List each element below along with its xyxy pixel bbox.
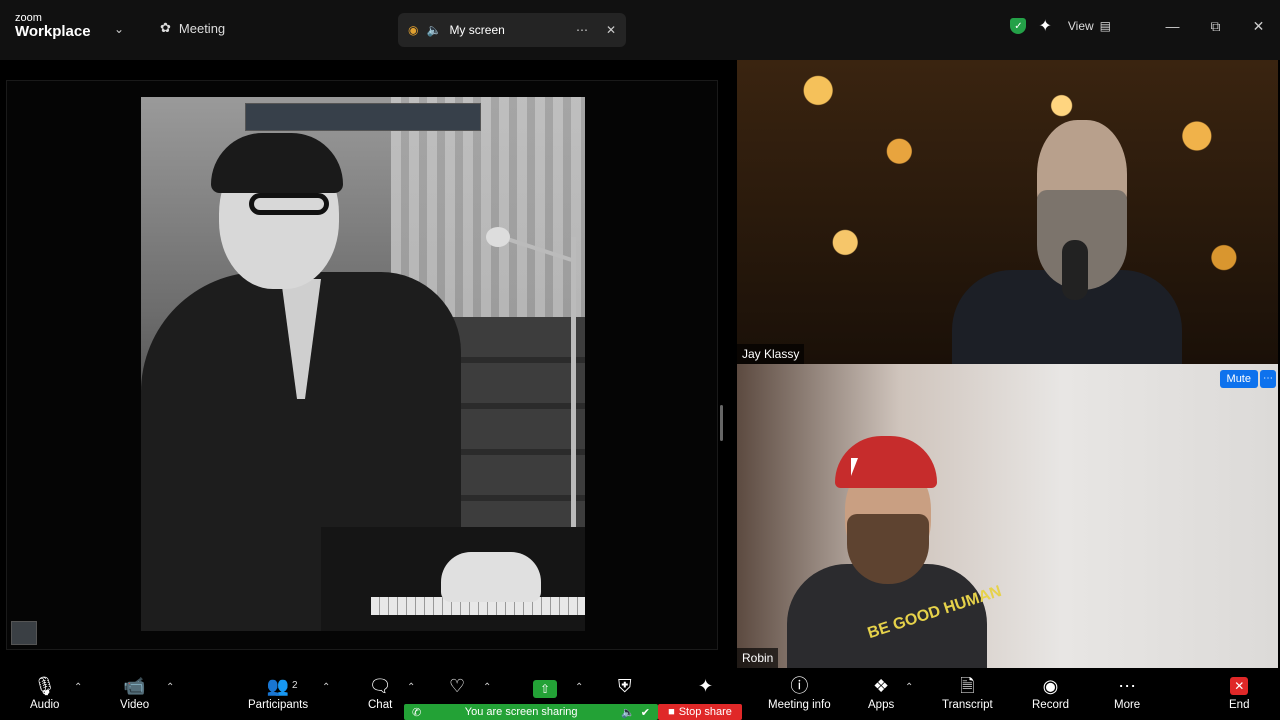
close-icon[interactable]: ✕	[606, 23, 616, 37]
end-label: End	[1229, 699, 1250, 711]
stop-share-label: Stop share	[678, 706, 732, 718]
meeting-info-label: Meeting info	[768, 699, 831, 711]
meeting-toolbar: 🎙 Audio ⌃ 📹 Video ⌃ 👥 Participants 2 ⌃ 🗨…	[0, 668, 1280, 720]
end-icon: ✕	[1230, 677, 1249, 695]
end-button[interactable]: ✕ End	[1229, 674, 1249, 718]
video-tile-jay[interactable]: Jay Klassy	[737, 60, 1278, 364]
transcript-icon: 🗎	[960, 676, 975, 696]
apps-label: Apps	[868, 699, 895, 711]
info-icon: ⓘ	[790, 676, 809, 696]
chat-label: Chat	[368, 699, 393, 711]
mouse-cursor-icon	[851, 458, 858, 476]
redacted-box	[245, 103, 481, 131]
app-icon: ◉	[408, 23, 419, 37]
audio-label: Audio	[30, 699, 60, 711]
mute-button[interactable]: Mute	[1219, 370, 1258, 388]
title-bar: zoom Workplace ⌄ ✿ Meeting ◉ 🔈 My screen…	[0, 0, 1280, 60]
video-tile-robin[interactable]: BE GOOD HUMAN Mute ⋯ Robin	[737, 364, 1278, 668]
audio-caret-icon[interactable]: ⌃	[74, 682, 82, 693]
chevron-down-icon[interactable]: ⌄	[114, 22, 124, 36]
shared-content	[6, 80, 718, 650]
zoom-logo[interactable]: zoom Workplace	[15, 13, 91, 40]
security-shield-icon[interactable]: ✓	[1010, 18, 1027, 34]
paw-icon: ✿	[160, 20, 171, 35]
more-options-icon[interactable]: ⋯	[576, 23, 588, 37]
restore-icon[interactable]: ⧉	[1194, 18, 1237, 35]
record-button[interactable]: ◉ Record	[1032, 674, 1069, 718]
apps-button[interactable]: ❖ Apps	[868, 674, 894, 718]
participants-label: Participants	[248, 699, 309, 711]
logo-big-text: Workplace	[15, 23, 91, 40]
share-caret-icon[interactable]: ⌃	[575, 682, 583, 693]
reactions-caret-icon[interactable]: ⌃	[483, 682, 491, 693]
shared-screen-area	[0, 60, 730, 668]
phone-icon: ✆	[412, 706, 422, 719]
minimize-icon[interactable]: —	[1151, 18, 1194, 34]
shield-icon: ⛨	[618, 676, 632, 696]
participants-count: 2	[292, 680, 298, 691]
video-button[interactable]: 📹 Video	[120, 674, 149, 718]
speaker-icon[interactable]: 🔈	[621, 706, 635, 719]
sharing-status-text: You are screen sharing	[464, 706, 578, 718]
participant-name-label: Robin	[737, 648, 779, 668]
participant-name-label: Jay Klassy	[737, 344, 805, 364]
stop-icon: ■	[668, 706, 675, 718]
ai-companion-icon[interactable]: ✦	[1038, 16, 1051, 36]
participants-caret-icon[interactable]: ⌃	[322, 682, 330, 693]
window-close-icon[interactable]: ✕	[1237, 18, 1280, 35]
sparkle-icon: ✦	[698, 676, 714, 696]
chat-icon: 🗨	[368, 676, 392, 696]
tab-meeting-label: Meeting	[178, 20, 226, 36]
screen-sharing-status-bar[interactable]: ✆ You are screen sharing 🔈 ✔	[404, 704, 658, 720]
view-button[interactable]: View ▤	[1068, 19, 1111, 33]
transcript-button[interactable]: 🗎 Transcript	[942, 674, 993, 718]
apps-caret-icon[interactable]: ⌃	[905, 682, 913, 693]
camera-icon: 📹	[123, 676, 146, 696]
resize-handle[interactable]	[720, 405, 723, 441]
more-label: More	[1114, 699, 1141, 711]
record-icon: ◉	[1042, 676, 1059, 696]
grid-icon: ▤	[1099, 19, 1111, 33]
participants-button[interactable]: 👥 Participants	[248, 674, 308, 718]
microphone-icon: 🎙	[33, 676, 57, 696]
shared-photo	[141, 97, 585, 631]
stop-share-button[interactable]: ■ Stop share	[658, 704, 742, 720]
chat-button[interactable]: 🗨 Chat	[368, 674, 392, 718]
record-label: Record	[1032, 699, 1070, 711]
participants-icon: 👥	[266, 676, 290, 696]
apps-icon: ❖	[873, 676, 890, 696]
more-button[interactable]: ⋯ More	[1114, 674, 1140, 718]
view-label: View	[1067, 19, 1094, 33]
speaker-icon[interactable]: 🔈	[426, 23, 441, 37]
meeting-info-button[interactable]: ⓘ Meeting info	[768, 674, 831, 718]
thumbnail-image[interactable]	[11, 621, 37, 645]
tab-meeting[interactable]: ✿ Meeting	[160, 20, 225, 36]
share-screen-icon[interactable]: ⇧	[533, 680, 557, 698]
tab-my-screen[interactable]: ◉ 🔈 My screen ⋯ ✕	[398, 13, 626, 47]
tile-more-icon[interactable]: ⋯	[1260, 370, 1276, 388]
transcript-label: Transcript	[942, 699, 993, 711]
video-label: Video	[120, 699, 150, 711]
tab-my-screen-label: My screen	[449, 23, 505, 37]
heart-icon: ♡	[449, 676, 466, 696]
audio-button[interactable]: 🎙 Audio	[30, 674, 59, 718]
more-icon: ⋯	[1118, 676, 1137, 696]
chat-caret-icon[interactable]: ⌃	[407, 682, 415, 693]
participant-video	[942, 120, 1182, 364]
video-caret-icon[interactable]: ⌃	[166, 682, 174, 693]
shield-check-icon: ✔	[640, 706, 650, 719]
